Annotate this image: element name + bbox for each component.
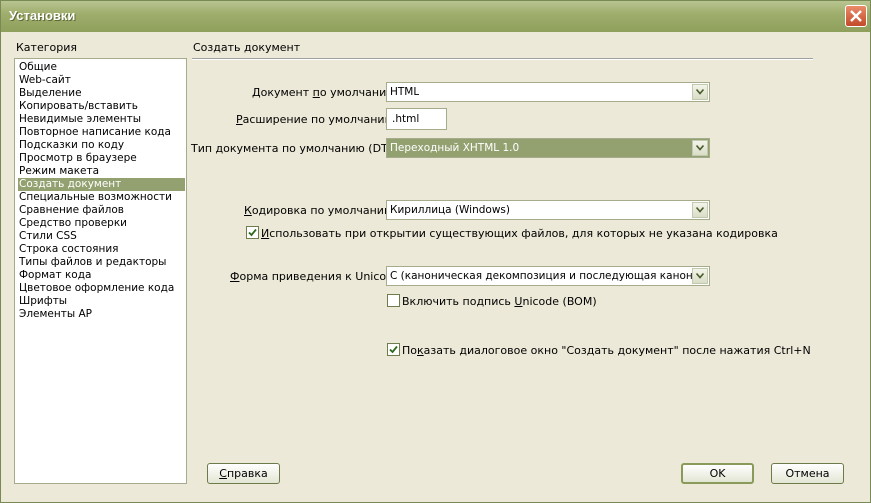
doctype-label: Тип документа по умолчанию (DTD): [191,142,405,155]
category-item[interactable]: Невидимые элементы [18,113,185,126]
category-item[interactable]: Общие [18,61,185,74]
category-item[interactable]: Выделение [18,87,185,100]
category-item[interactable]: Стили CSS [18,230,185,243]
chevron-down-icon[interactable] [692,140,708,156]
category-item[interactable]: Строка состояния [18,243,185,256]
window-title: Установки [9,8,76,23]
default-doc-label: Документ по умолчанию: [252,86,400,99]
category-item[interactable]: Копировать/вставить [18,100,185,113]
encoding-value: Кириллица (Windows) [390,204,510,216]
unicode-form-label: Форма приведения к Unicode: [230,270,404,283]
doctype-value: Переходный XHTML 1.0 [390,142,520,154]
use-encoding-label[interactable]: Использовать при открытии существующих ф… [261,227,778,240]
panel-title: Создать документ [193,41,301,54]
use-encoding-checkbox[interactable] [246,226,259,239]
default-doc-value: HTML [390,86,420,98]
unicode-form-value: C (каноническая декомпозиция и последующ… [390,270,692,282]
chevron-down-icon[interactable] [692,268,708,284]
extension-input[interactable]: .html [386,108,447,130]
preferences-dialog: Установки Категория Общие Web-сайт Выделен… [0,0,871,503]
category-item[interactable]: Режим макета [18,165,185,178]
extension-label: Расширение по умолчанию: [236,113,398,126]
category-header: Категория [16,41,77,54]
category-item[interactable]: Подсказки по коду [18,139,185,152]
default-doc-select[interactable]: HTML [386,82,710,102]
category-item[interactable]: Цветовое оформление кода [18,282,185,295]
cancel-button[interactable]: Отмена [771,463,844,484]
category-item[interactable]: Шрифты [18,295,185,308]
checkmark-icon [248,228,257,237]
category-item[interactable]: Формат кода [18,269,185,282]
encoding-label: Кодировка по умолчанию: [244,204,397,217]
chevron-down-icon[interactable] [692,84,708,100]
help-button[interactable]: Справка [207,463,280,484]
category-item[interactable]: Типы файлов и редакторы [18,256,185,269]
ok-button[interactable]: OK [681,463,754,484]
bom-checkbox[interactable] [387,294,400,307]
category-item[interactable]: Повторное написание кода [18,126,185,139]
encoding-select[interactable]: Кириллица (Windows) [386,200,710,220]
category-item[interactable]: Средство проверки [18,217,185,230]
chevron-down-icon[interactable] [692,202,708,218]
checkmark-icon [389,345,398,354]
show-dialog-label[interactable]: Показать диалоговое окно "Создать докуме… [402,344,811,357]
category-list[interactable]: Общие Web-сайт Выделение Копировать/вставит… [14,58,187,484]
close-icon [850,10,862,22]
category-item[interactable]: Создать документ [18,178,185,191]
extension-value: .html [392,113,420,125]
title-bar[interactable]: Установки [1,1,870,32]
bom-label[interactable]: Включить подпись Unicode (BOM) [402,295,597,308]
category-item[interactable]: Элементы AP [18,308,185,321]
unicode-form-select[interactable]: C (каноническая декомпозиция и последующ… [386,266,710,286]
panel-divider [192,58,813,60]
category-item[interactable]: Web-сайт [18,74,185,87]
show-dialog-checkbox[interactable] [387,343,400,356]
category-item[interactable]: Сравнение файлов [18,204,185,217]
category-item[interactable]: Специальные возможности [18,191,185,204]
category-item[interactable]: Просмотр в браузере [18,152,185,165]
doctype-select[interactable]: Переходный XHTML 1.0 [386,138,710,158]
close-button[interactable] [845,5,867,27]
